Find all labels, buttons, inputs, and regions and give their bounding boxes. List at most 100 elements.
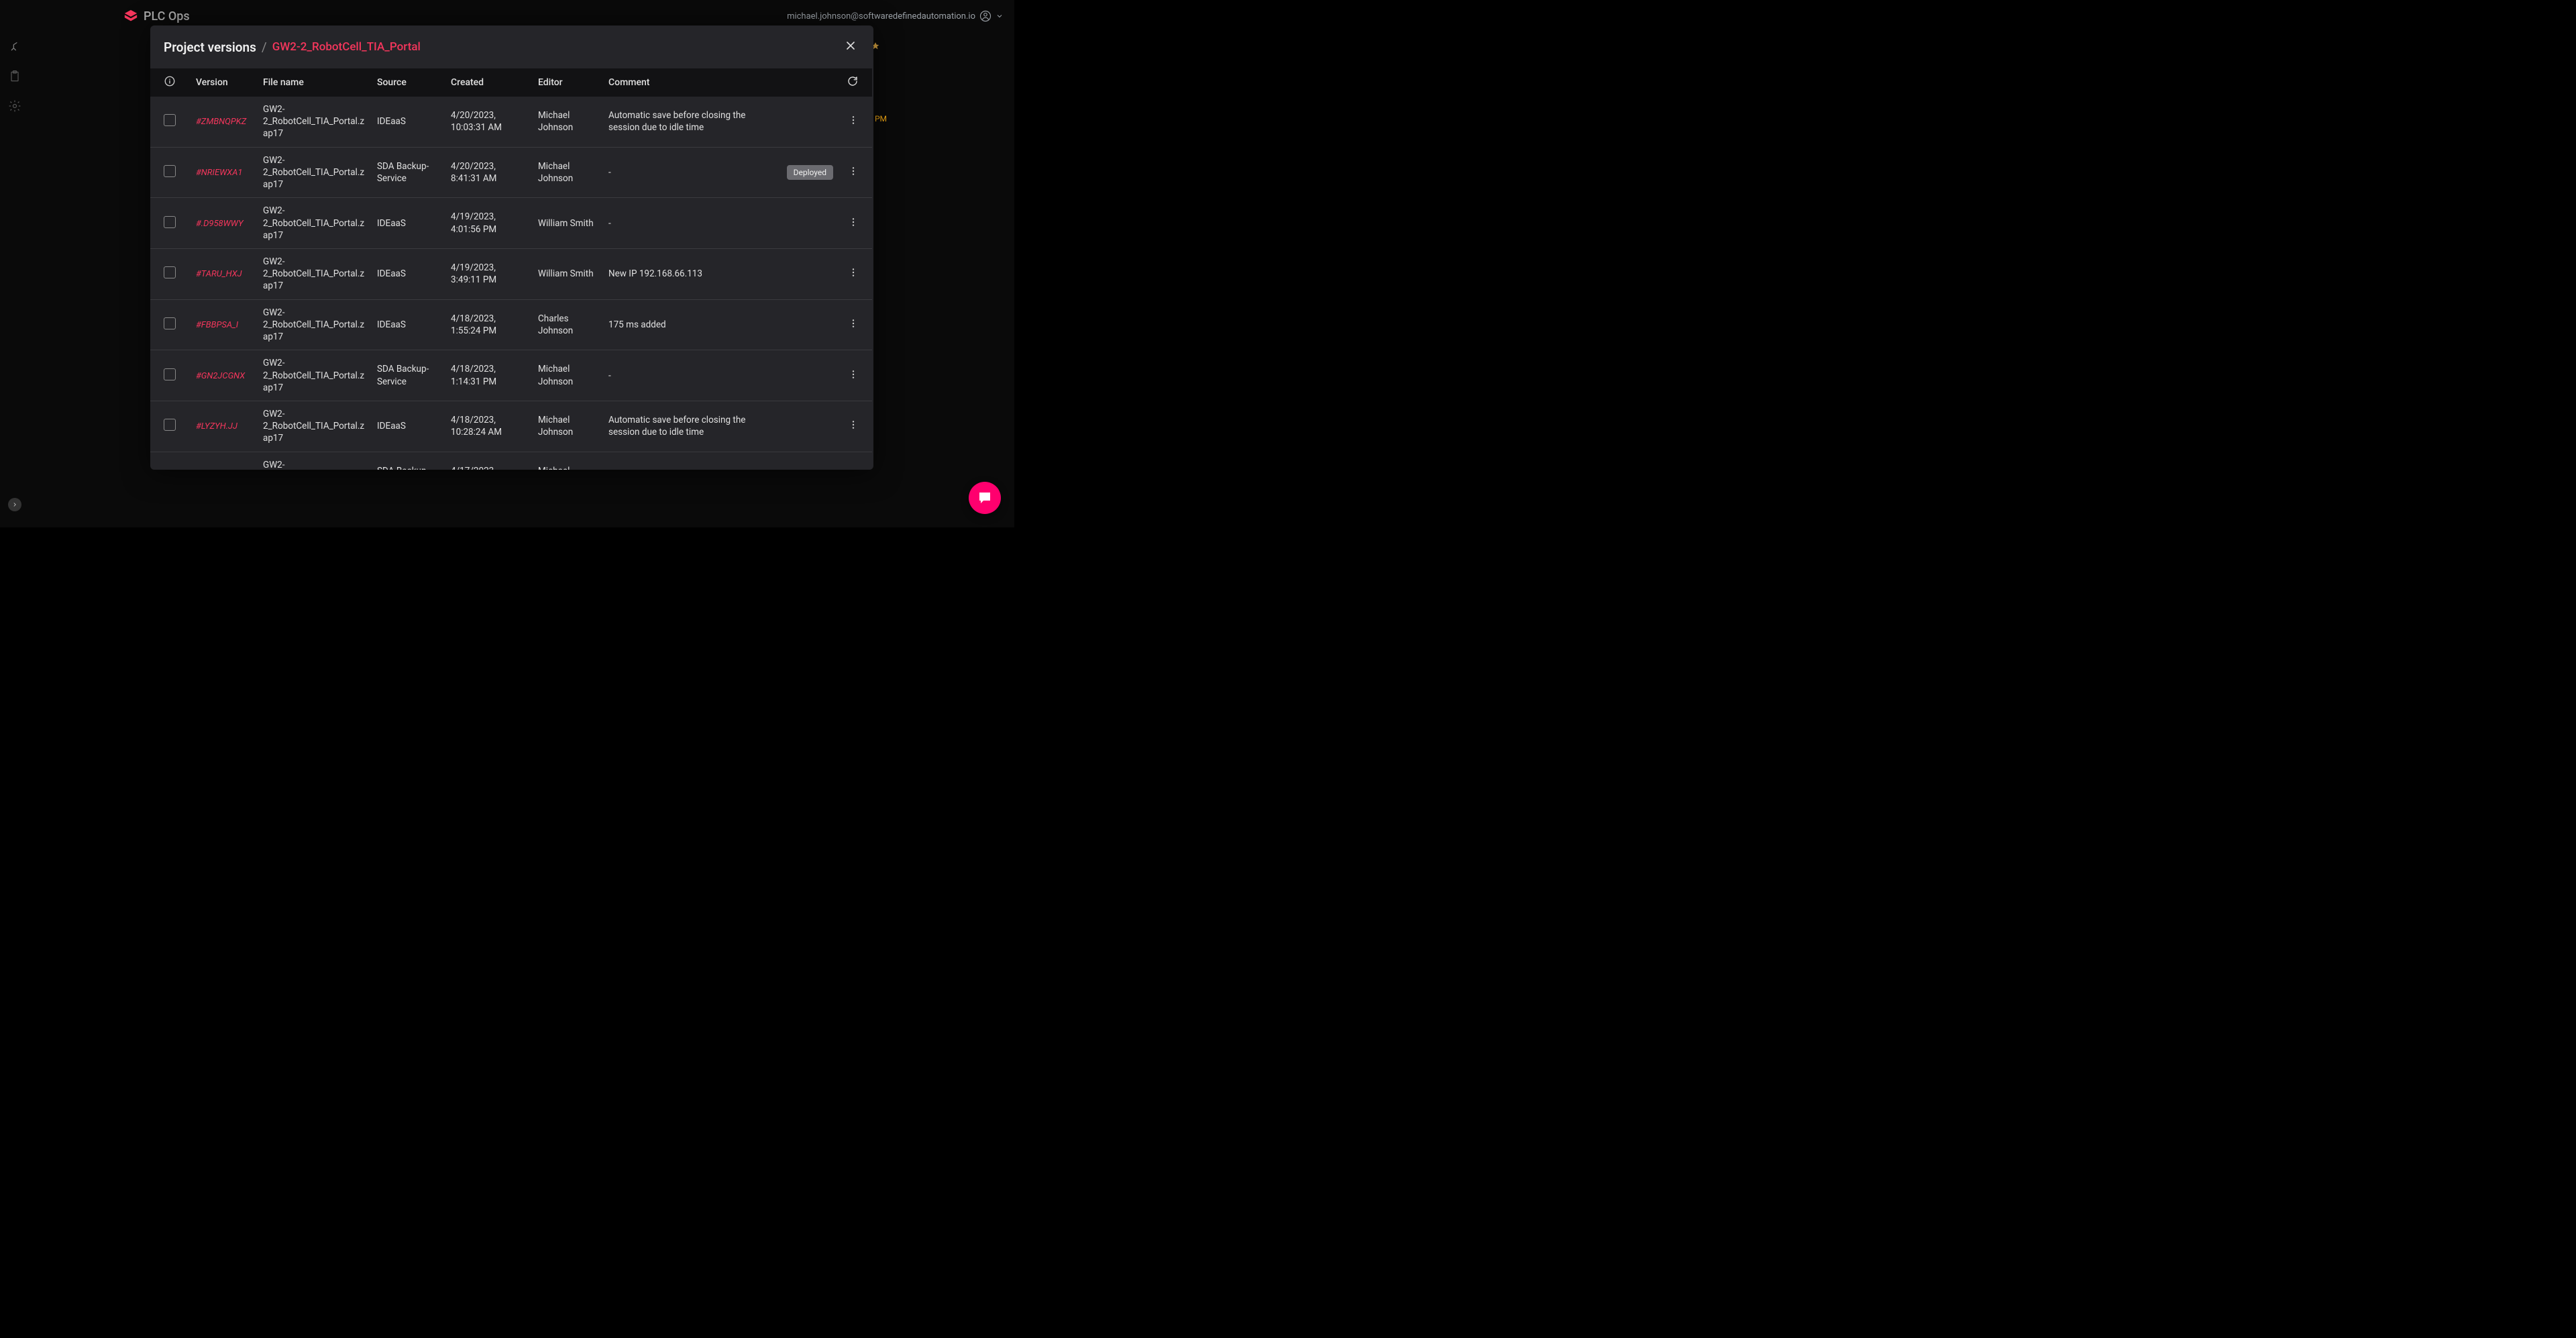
- breadcrumb-separator: /: [262, 40, 267, 55]
- app-logo[interactable]: PLC Ops: [123, 9, 190, 23]
- sidebar-item-clipboard[interactable]: [8, 70, 21, 83]
- more-vertical-icon: [848, 318, 859, 329]
- row-actions-button[interactable]: [848, 419, 859, 430]
- version-hash[interactable]: #.D958WWY: [196, 219, 244, 229]
- refresh-icon: [847, 75, 859, 87]
- sidebar-item-settings[interactable]: [8, 99, 21, 113]
- row-actions-button[interactable]: [848, 267, 859, 278]
- more-vertical-icon: [848, 369, 859, 380]
- cell-filename: GW2-2_RobotCell_TIA_Portal.zap17: [258, 97, 372, 147]
- bg-time-hint: PM: [875, 114, 887, 123]
- refresh-button[interactable]: [847, 75, 859, 87]
- cell-created: 4/20/2023, 8:41:31 AM: [445, 147, 533, 198]
- cell-filename: GW2-2_RobotCell_TIA_Portal.zap17: [258, 401, 372, 452]
- th-created[interactable]: Created: [445, 68, 533, 97]
- table-row[interactable]: #NRIEWXA1GW2-2_RobotCell_TIA_Portal.zap1…: [150, 147, 872, 198]
- cell-created: 4/18/2023, 1:55:24 PM: [445, 299, 533, 350]
- version-hash[interactable]: #LYZYH.JJ: [196, 421, 237, 431]
- cell-created: 4/18/2023, 1:14:31 PM: [445, 350, 533, 401]
- cell-filename: GW2-2_RobotCell_TIA_Portal.zap17: [258, 299, 372, 350]
- cell-filename: GW2-2_RobotCell_TIA_Portal.zap17: [258, 350, 372, 401]
- cell-editor: Charles Johnson: [533, 299, 603, 350]
- cell-source: IDEaaS: [372, 97, 445, 147]
- version-hash[interactable]: #FBBPSA_I: [196, 320, 238, 330]
- row-checkbox[interactable]: [164, 368, 176, 380]
- version-hash[interactable]: #NRIEWXA1: [196, 168, 243, 178]
- version-hash[interactable]: #GN2JCGNX: [196, 371, 245, 381]
- user-email: michael.johnson@softwaredefinedautomatio…: [787, 11, 975, 21]
- row-checkbox[interactable]: [164, 165, 176, 177]
- cell-comment: -: [603, 198, 782, 249]
- more-vertical-icon: [848, 267, 859, 278]
- th-filename[interactable]: File name: [258, 68, 372, 97]
- table-row[interactable]: #ZMBNQPKZ GW2-2_RobotCell_TIA_Portal.zap1…: [150, 97, 872, 147]
- row-actions-button[interactable]: [848, 369, 859, 380]
- modal-title: Project versions: [164, 40, 256, 55]
- cell-editor: William Smith: [533, 248, 603, 299]
- chevron-right-icon: [11, 501, 18, 508]
- cell-editor: Michael Johnson: [533, 452, 603, 470]
- table-row[interactable]: #TARU_HXJ GW2-2_RobotCell_TIA_Portal.zap1…: [150, 248, 872, 299]
- modal-project-name[interactable]: GW2-2_RobotCell_TIA_Portal: [272, 40, 421, 54]
- chat-fab[interactable]: [969, 482, 1001, 514]
- table-row[interactable]: #.D958WWYGW2-2_RobotCell_TIA_Portal.zap1…: [150, 198, 872, 249]
- cell-created: 4/19/2023, 4:01:56 PM: [445, 198, 533, 249]
- app-user-menu[interactable]: michael.johnson@softwaredefinedautomatio…: [787, 10, 1004, 22]
- th-editor[interactable]: Editor: [533, 68, 603, 97]
- cell-created: 4/19/2023, 3:49:11 PM: [445, 248, 533, 299]
- versions-table: Version File name Source Created Editor …: [150, 68, 872, 470]
- cell-editor: Michael Johnson: [533, 401, 603, 452]
- row-checkbox[interactable]: [164, 419, 176, 431]
- cell-editor: Michael Johnson: [533, 350, 603, 401]
- th-comment[interactable]: Comment: [603, 68, 782, 97]
- project-versions-modal: Project versions / GW2-2_RobotCell_TIA_P…: [150, 25, 873, 470]
- app-name: PLC Ops: [144, 9, 190, 23]
- more-vertical-icon: [848, 217, 859, 227]
- cell-filename: GW2-2_RobotCell_TIA_Portal.zap17: [258, 452, 372, 470]
- app-sidebar: [0, 32, 30, 527]
- cell-comment: Automatic save before closing the sessio…: [603, 401, 782, 452]
- cell-source: IDEaaS: [372, 299, 445, 350]
- logo-icon: [123, 9, 138, 23]
- row-checkbox[interactable]: [164, 114, 176, 126]
- row-actions-button[interactable]: [848, 217, 859, 227]
- cell-comment: -: [603, 147, 782, 198]
- cell-source: IDEaaS: [372, 198, 445, 249]
- row-checkbox[interactable]: [164, 216, 176, 228]
- cell-editor: Michael Johnson: [533, 147, 603, 198]
- cell-filename: GW2-2_RobotCell_TIA_Portal.zap17: [258, 248, 372, 299]
- info-icon[interactable]: [164, 79, 176, 90]
- close-button[interactable]: [841, 36, 860, 58]
- more-vertical-icon: [848, 166, 859, 176]
- version-hash[interactable]: #ZMBNQPKZ: [196, 117, 246, 127]
- table-row[interactable]: #GN2JCGNX GW2-2_RobotCell_TIA_Portal.zap1…: [150, 350, 872, 401]
- row-checkbox[interactable]: [164, 266, 176, 278]
- more-vertical-icon: [848, 419, 859, 430]
- sidebar-expand-button[interactable]: [8, 498, 21, 511]
- versions-table-wrap[interactable]: Version File name Source Created Editor …: [150, 68, 872, 470]
- sidebar-item-robot[interactable]: [8, 40, 21, 54]
- cell-source: IDEaaS: [372, 248, 445, 299]
- table-row[interactable]: #LYZYH.JJ GW2-2_RobotCell_TIA_Portal.zap1…: [150, 401, 872, 452]
- version-hash[interactable]: #TARU_HXJ: [196, 269, 242, 279]
- cell-created: 4/20/2023, 10:03:31 AM: [445, 97, 533, 147]
- row-actions-button[interactable]: [848, 318, 859, 329]
- cell-comment: Automatic save before closing the sessio…: [603, 97, 782, 147]
- table-row[interactable]: #FBBPSA_I GW2-2_RobotCell_TIA_Portal.zap1…: [150, 299, 872, 350]
- th-source[interactable]: Source: [372, 68, 445, 97]
- cell-source: IDEaaS: [372, 401, 445, 452]
- cell-comment: New IP 192.168.66.113: [603, 248, 782, 299]
- row-actions-button[interactable]: [848, 166, 859, 176]
- cell-comment: -: [603, 350, 782, 401]
- table-row[interactable]: #EFDOKORNGW2-2_RobotCell_TIA_Portal.zap1…: [150, 452, 872, 470]
- cell-source: SDA Backup-Service: [372, 147, 445, 198]
- chat-icon: [977, 490, 993, 506]
- close-icon: [844, 39, 857, 52]
- row-checkbox[interactable]: [164, 317, 176, 329]
- cell-comment: -: [603, 452, 782, 470]
- cell-editor: Michael Johnson: [533, 97, 603, 147]
- cell-editor: William Smith: [533, 198, 603, 249]
- th-version[interactable]: Version: [191, 68, 258, 97]
- row-actions-button[interactable]: [848, 115, 859, 125]
- cell-created: 4/17/2023, 3:56:25 PM: [445, 452, 533, 470]
